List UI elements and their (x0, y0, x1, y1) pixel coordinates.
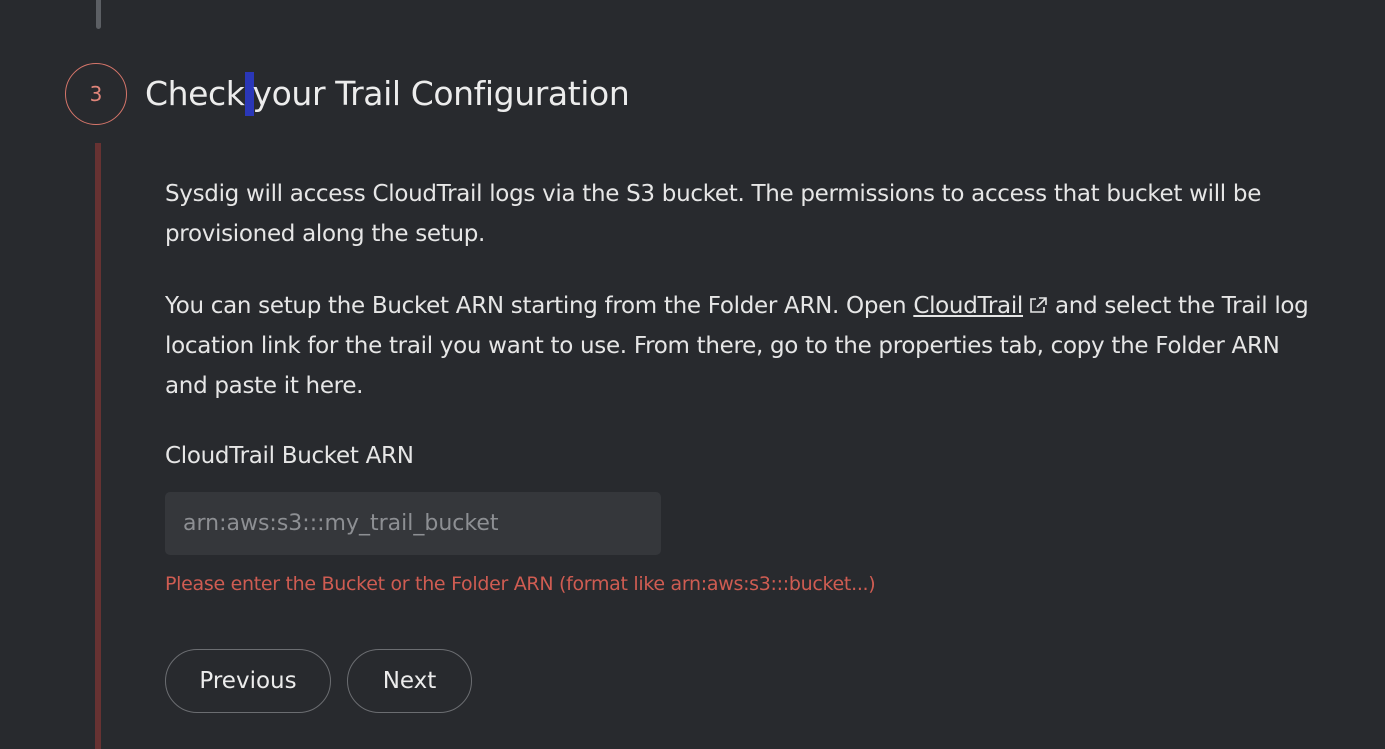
bucket-access-description: Sysdig will access CloudTrail logs via t… (165, 181, 1262, 247)
next-button[interactable]: Next (347, 649, 472, 713)
bucket-arn-error: Please enter the Bucket or the Folder AR… (165, 573, 876, 595)
step-title: Check your Trail Configuration (145, 72, 630, 116)
bucket-arn-instructions: You can setup the Bucket ARN starting fr… (165, 286, 1315, 406)
setup-wizard-page: 3 Check your Trail Configuration Sysdig w… (0, 0, 1385, 749)
previous-step-rail (96, 0, 101, 29)
cloudtrail-link[interactable]: CloudTrail (913, 293, 1023, 319)
step-number: 3 (89, 82, 103, 106)
step-number-badge: 3 (65, 63, 127, 125)
step-title-end: your Trail Configuration (252, 74, 630, 113)
external-link-icon[interactable] (1027, 295, 1049, 315)
current-step-rail (95, 143, 101, 749)
instructions-text-start: You can setup the Bucket ARN starting fr… (165, 293, 914, 319)
step-title-start: Check (145, 74, 245, 113)
bucket-arn-input[interactable] (165, 492, 661, 555)
previous-button[interactable]: Previous (165, 649, 331, 713)
bucket-arn-label: CloudTrail Bucket ARN (165, 443, 414, 469)
step-content: Sysdig will access CloudTrail logs via t… (165, 174, 1315, 406)
